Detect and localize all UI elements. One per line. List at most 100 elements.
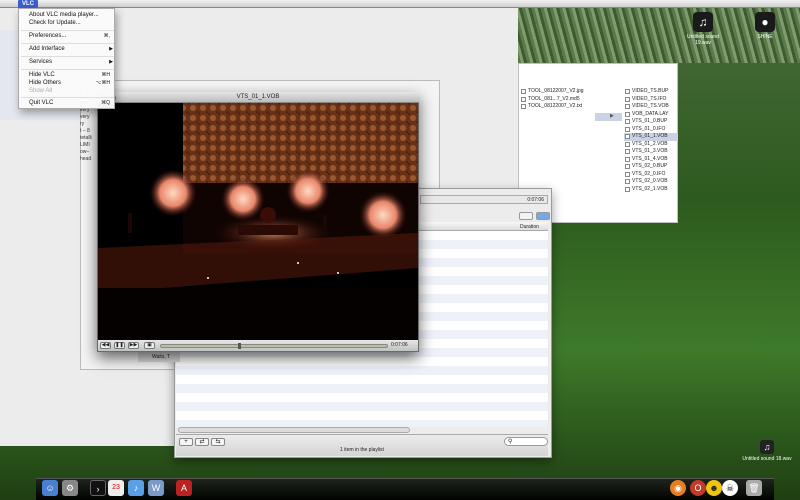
- file-item[interactable]: VOB_DATA.LAY: [624, 111, 678, 119]
- firefox-icon[interactable]: ◉: [670, 480, 686, 496]
- file-item[interactable]: VTS_02_1.VOB: [624, 186, 678, 194]
- add-item-button[interactable]: +: [179, 438, 193, 446]
- playlist-status-text: 1 item in the playlist: [340, 447, 384, 453]
- music-note-icon: ♫: [693, 12, 713, 32]
- menu-item-quit[interactable]: Quit VLC ⌘Q: [19, 99, 116, 107]
- bg-text-row: LIMI: [80, 142, 90, 148]
- video-file-icon: [625, 134, 630, 139]
- dictionary-icon[interactable]: W: [148, 480, 164, 496]
- ical-icon[interactable]: 23: [108, 480, 124, 496]
- column-header-duration[interactable]: Duration: [520, 224, 539, 230]
- file-item[interactable]: VTS_02_0.VOB: [624, 178, 678, 186]
- concert-video-image: [98, 103, 418, 340]
- chevron-right-icon: ▶: [109, 59, 113, 65]
- menu-separator: [21, 43, 114, 44]
- file-name: VTS_01_0.IFO: [632, 125, 666, 132]
- menu-item-label: Quit VLC: [29, 100, 54, 106]
- detail-view-button[interactable]: [536, 212, 550, 220]
- fast-forward-button[interactable]: ▶▶: [128, 342, 139, 349]
- file-name: VTS_01_2.VOB: [632, 140, 668, 147]
- menu-item-label: About VLC media player...: [29, 12, 99, 18]
- file-name: TOOL_081...7_V2.md5: [528, 95, 580, 102]
- playlist-search-field[interactable]: ⚲: [504, 437, 548, 446]
- file-name: VIDEO_TS.BUP: [632, 88, 669, 94]
- dictionary-book-icon[interactable]: A: [176, 480, 192, 496]
- video-frame[interactable]: [98, 103, 418, 340]
- file-item[interactable]: TOOL_081...7_V2.md5: [520, 96, 620, 104]
- menu-item-about[interactable]: About VLC media player...: [19, 11, 116, 19]
- video-file-icon: [625, 156, 630, 162]
- video-file-icon: [625, 141, 630, 147]
- menu-item-label: Services: [29, 59, 53, 65]
- file-item[interactable]: VIDEO_TS.IFO: [624, 96, 678, 104]
- desktop-icons: ♫ Untitled sound 19.wav ● SHINE: [680, 10, 800, 60]
- menu-shortcut: ⌥⌘H: [95, 80, 110, 86]
- file-name: VTS_01_1.VOB: [632, 133, 668, 139]
- menu-item-check-update[interactable]: Check for Update...: [19, 19, 116, 27]
- menu-item-add-interface[interactable]: Add Interface ▶: [19, 45, 116, 53]
- finder-selection-strip: [595, 113, 622, 121]
- seek-slider-handle[interactable]: [238, 343, 241, 349]
- chevron-right-icon: ▶: [109, 46, 113, 52]
- document-icon: [521, 96, 526, 102]
- file-item[interactable]: VTS_01_3.VOB: [624, 148, 678, 156]
- file-item[interactable]: VTS_01_0.IFO: [624, 126, 678, 134]
- fullscreen-button[interactable]: ▣: [144, 342, 155, 349]
- search-icon: ⚲: [508, 439, 513, 445]
- menu-item-label: Add Interface: [29, 46, 65, 52]
- desktop-drive-shine[interactable]: ● SHINE: [742, 12, 788, 40]
- document-icon: [625, 96, 630, 102]
- finder-icon[interactable]: ☺: [42, 480, 58, 496]
- pause-button[interactable]: ❚❚: [114, 342, 125, 349]
- system-prefs-icon[interactable]: ⚙: [62, 480, 78, 496]
- desktop-file-sound[interactable]: ♫ Untitled sound 19.wav: [680, 12, 726, 46]
- menu-item-preferences[interactable]: Preferences... ⌘,: [19, 32, 116, 40]
- opera-icon[interactable]: O: [690, 480, 706, 496]
- bg-text-row: very: [80, 114, 90, 120]
- menu-item-hide-others[interactable]: Hide Others ⌥⌘H: [19, 79, 116, 87]
- list-view-button[interactable]: [519, 212, 533, 220]
- file-item[interactable]: TOOL_08122007_V2.txt: [520, 103, 620, 111]
- file-item[interactable]: VIDEO_TS.VOB: [624, 103, 678, 111]
- repeat-button[interactable]: ⇆: [211, 438, 225, 446]
- bg-text-row: t – 8: [80, 128, 90, 134]
- file-item[interactable]: VTS_02_0.IFO: [624, 171, 678, 179]
- file-item[interactable]: VTS_01_0.BUP: [624, 118, 678, 126]
- playlist-time-display: 0:07:06: [420, 195, 548, 204]
- video-window-title: VTS_01_1.VOB: [236, 94, 280, 100]
- file-item[interactable]: VIDEO_TS.BUP: [624, 88, 678, 96]
- file-name: VTS_02_0.BUP: [632, 163, 668, 169]
- terminal-icon[interactable]: ›: [90, 480, 106, 496]
- menu-vlc[interactable]: VLC: [18, 0, 38, 8]
- dock: [36, 478, 774, 500]
- horizontal-scrollbar[interactable]: [178, 427, 410, 433]
- skype-icon[interactable]: ☻: [706, 480, 722, 496]
- file-name: VTS_01_0.BUP: [632, 118, 668, 124]
- rewind-button[interactable]: ◀◀: [100, 342, 111, 349]
- menu-item-hide-vlc[interactable]: Hide VLC ⌘H: [19, 71, 116, 79]
- menu-separator: [21, 30, 114, 31]
- bg-text-row: ow–: [80, 149, 90, 155]
- file-name: VTS_02_0.IFO: [632, 170, 666, 177]
- menu-item-label: Hide VLC: [29, 72, 55, 78]
- document-icon: [521, 104, 526, 109]
- file-item[interactable]: VTS_01_4.VOB: [624, 156, 678, 164]
- itunes-icon[interactable]: ♪: [128, 480, 144, 496]
- video-time: 0:07:06: [391, 342, 408, 348]
- shuffle-button[interactable]: ⇄: [195, 438, 209, 446]
- file-item[interactable]: TOOL_08122007_V2.jpg: [520, 88, 620, 96]
- file-item-selected[interactable]: VTS_01_1.VOB: [624, 133, 678, 141]
- file-item[interactable]: VTS_02_0.BUP: [624, 163, 678, 171]
- image-file-icon: [521, 89, 526, 94]
- document-icon: [625, 164, 630, 169]
- seek-slider[interactable]: [160, 344, 388, 348]
- trash-icon[interactable]: 🗑: [746, 480, 762, 496]
- desktop-file-sound-2[interactable]: ♫ Untitled sound 18.wav: [742, 440, 792, 462]
- file-item[interactable]: VTS_01_2.VOB: [624, 141, 678, 149]
- vlc-icon[interactable]: ☠: [722, 480, 738, 496]
- desktop-drive-label: SHINE: [757, 34, 773, 40]
- menu-separator: [21, 56, 114, 57]
- video-file-icon: [625, 186, 630, 192]
- menu-item-services[interactable]: Services ▶: [19, 58, 116, 66]
- bg-text-row: ry: [80, 121, 85, 127]
